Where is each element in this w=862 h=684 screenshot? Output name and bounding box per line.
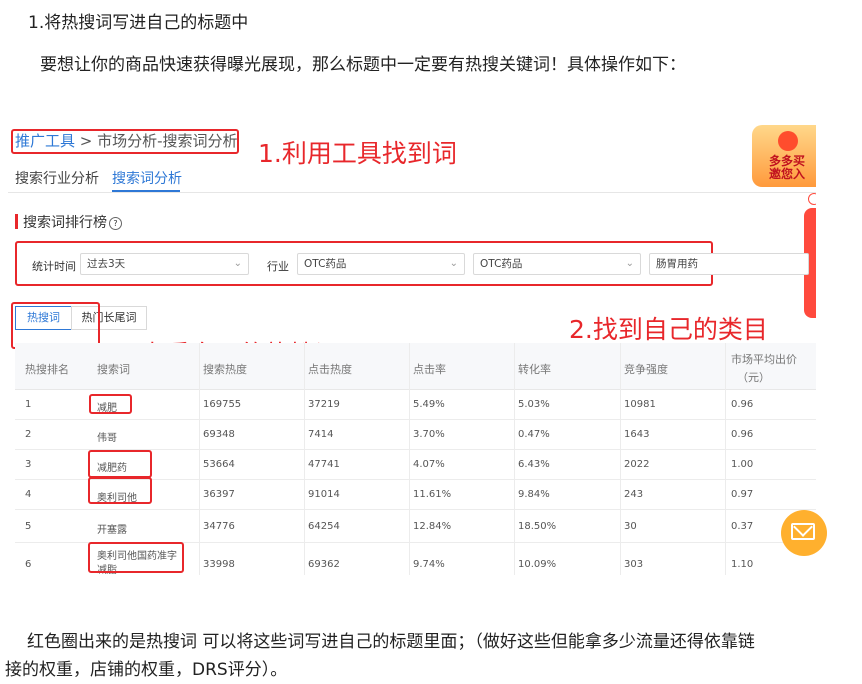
annotation-find-words: 1.利用工具找到词 — [258, 139, 457, 168]
article-conclusion-line2: 接的权重，店铺的权重，DRS评分）。 — [5, 660, 288, 680]
highlight-box-keyword-6 — [88, 542, 184, 573]
side-help-icon[interactable] — [808, 193, 816, 205]
table-header: 热搜排名 搜索词 搜索热度 点击热度 点击率 转化率 竞争强度 市场平均出价 （… — [15, 343, 816, 390]
article-heading: 1.将热搜词写进自己的标题中 — [28, 13, 249, 33]
promo-badge-icon — [778, 131, 798, 151]
time-label: 统计时间 — [32, 260, 76, 273]
highlight-box-keyword-4 — [88, 477, 152, 504]
chevron-down-icon: ⌄ — [233, 258, 242, 269]
highlight-box-keyword-1 — [89, 394, 132, 414]
help-icon[interactable]: ? — [109, 217, 122, 230]
time-select[interactable]: 过去3天 ⌄ — [80, 253, 249, 275]
table-row: 2 伟哥 69348 7414 3.70% 0.47% 1643 0.96 — [15, 420, 816, 450]
chevron-down-icon: ⌄ — [449, 258, 458, 269]
highlight-box-breadcrumb — [11, 129, 239, 154]
article-intro: 要想让你的商品快速获得曝光展现，那么标题中一定要有热搜关键词！具体操作如下： — [40, 55, 686, 75]
highlight-box-segment — [11, 302, 100, 349]
industry-label: 行业 — [267, 260, 289, 273]
mail-icon — [791, 523, 815, 540]
article-conclusion-line1: 红色圈出来的是热搜词 可以将这些词写进自己的标题里面；（做好这些但能拿多少流量还… — [27, 632, 755, 652]
table-row: 1 减肥 169755 37219 5.49% 5.03% 10981 0.96 — [15, 390, 816, 420]
industry-select-1[interactable]: OTC药品 ⌄ — [297, 253, 465, 275]
chevron-down-icon: ⌄ — [625, 258, 634, 269]
industry-select-3[interactable]: 肠胃用药 — [649, 253, 809, 275]
tab-divider — [8, 192, 816, 193]
promo-banner[interactable]: 多多买 邀您入 — [752, 125, 816, 187]
embedded-screenshot: 推广工具 > 市场分析-搜索词分析 1.利用工具找到词 多多买 邀您入 搜索行业分… — [8, 120, 816, 575]
highlight-box-keyword-3 — [88, 450, 152, 478]
annotation-find-category: 2.找到自己的类目 — [569, 315, 768, 344]
table-row: 5 开塞露 34776 64254 12.84% 18.50% 30 0.37 — [15, 510, 816, 543]
tab-search-word-analysis[interactable]: 搜索词分析 — [112, 168, 182, 188]
tab-industry-analysis[interactable]: 搜索行业分析 — [15, 168, 99, 188]
ranking-title: 搜索词排行榜? — [15, 212, 122, 232]
industry-select-2[interactable]: OTC药品 ⌄ — [473, 253, 641, 275]
message-button[interactable] — [781, 510, 827, 556]
